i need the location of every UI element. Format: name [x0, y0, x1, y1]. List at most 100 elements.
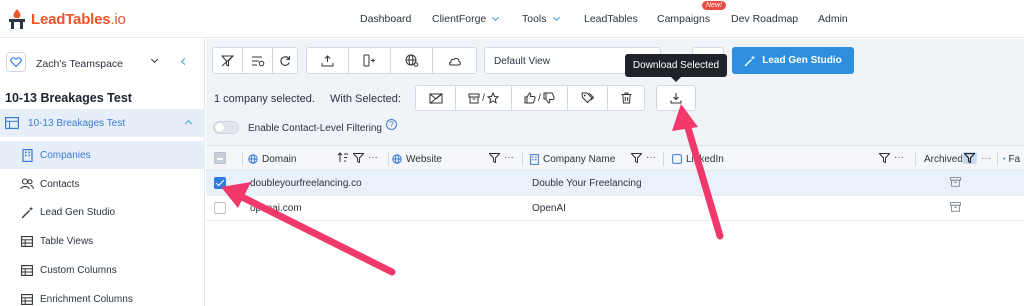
- import-button[interactable]: [306, 47, 349, 74]
- table-header: Domain ··· Website ··· Company Name ··· …: [206, 145, 1024, 171]
- like-dislike-button[interactable]: /: [511, 85, 568, 111]
- table-icon: [20, 263, 34, 277]
- download-selected-button[interactable]: [656, 85, 696, 111]
- column-linkedin[interactable]: LinkedIn: [672, 146, 724, 172]
- collapse-sidebar-icon[interactable]: [180, 57, 189, 66]
- globe-icon: [248, 154, 258, 164]
- upload-tray-icon: [321, 54, 334, 66]
- more-options-icon[interactable]: ···: [368, 152, 378, 163]
- company-name-cell[interactable]: Double Your Freelancing: [532, 178, 642, 189]
- more-options-icon[interactable]: ···: [894, 152, 904, 163]
- column-divider: [242, 152, 243, 166]
- team-switcher[interactable]: Zach's Teamspace: [0, 39, 205, 86]
- table-row[interactable]: openai.com OpenAI: [206, 196, 1024, 221]
- select-all-checkbox[interactable]: [214, 152, 226, 164]
- column-company-name[interactable]: Company Name: [530, 146, 615, 172]
- archived-column-tools: ···: [962, 152, 991, 164]
- sort-icon[interactable]: [337, 152, 349, 163]
- sidebar-item-companies[interactable]: Companies: [0, 141, 205, 169]
- table-icon: [20, 234, 34, 248]
- company-name-cell[interactable]: OpenAI: [532, 203, 566, 214]
- linkedin-icon: [672, 154, 682, 164]
- sidebar: Zach's Teamspace 10-13 Breakages Test 10…: [0, 39, 205, 306]
- refresh-icon: [280, 55, 291, 66]
- cloud-sync-button[interactable]: [432, 47, 477, 74]
- sidebar-item-enrichment-columns[interactable]: Enrichment Columns: [0, 285, 205, 306]
- filter-settings-button[interactable]: [242, 47, 273, 74]
- sidebar-database[interactable]: 10-13 Breakages Test: [0, 109, 205, 137]
- hide-selected-button[interactable]: [415, 85, 456, 111]
- main-panel: Default View Lead Gen Studio Download Se…: [206, 39, 1024, 306]
- chevron-up-icon[interactable]: [184, 119, 193, 128]
- nav-dashboard[interactable]: Dashboard: [360, 13, 411, 25]
- cloud-icon: [449, 57, 461, 65]
- archive-favorite-button[interactable]: /: [455, 85, 512, 111]
- domain-cell[interactable]: openai.com: [250, 203, 302, 214]
- add-column-icon: [363, 54, 375, 67]
- nav-campaigns[interactable]: Campaigns: [657, 13, 710, 25]
- contact-filter-label: Enable Contact-Level Filtering: [248, 123, 382, 134]
- more-options-icon[interactable]: ···: [981, 153, 991, 164]
- sidebar-item-label: Contacts: [40, 178, 80, 190]
- sidebar-item-label: Enrichment Columns: [40, 293, 133, 305]
- sidebar-item-label: Companies: [40, 149, 91, 161]
- chevron-down-icon: [492, 13, 500, 22]
- lead-gen-studio-button[interactable]: Lead Gen Studio: [732, 47, 854, 74]
- sidebar-item-label: Lead Gen Studio: [40, 206, 116, 218]
- row-checkbox[interactable]: [214, 202, 226, 214]
- building-icon: [20, 148, 34, 162]
- more-options-icon[interactable]: ···: [504, 152, 514, 163]
- column-website[interactable]: Website: [392, 146, 442, 172]
- nav-dev-roadmap[interactable]: Dev Roadmap: [731, 13, 798, 25]
- thumbs-up-icon: [524, 92, 536, 104]
- tag-button[interactable]: [567, 85, 608, 111]
- sidebar-item-label: Table Views: [40, 235, 94, 247]
- domain-cell[interactable]: doubleyourfreelancing.co: [250, 178, 362, 189]
- contact-filter-toggle[interactable]: [213, 121, 239, 134]
- archive-icon[interactable]: [950, 177, 961, 190]
- table-icon: [20, 292, 34, 306]
- add-column-button[interactable]: [348, 47, 391, 74]
- magic-wand-icon: [20, 205, 34, 219]
- sidebar-database-label: 10-13 Breakages Test: [28, 117, 126, 129]
- nav-clientforge[interactable]: ClientForge: [432, 13, 500, 25]
- brand-name: LeadTables.io: [31, 10, 126, 28]
- logo[interactable]: LeadTables.io: [6, 8, 126, 30]
- chevron-down-icon[interactable]: [150, 55, 159, 64]
- column-divider: [915, 152, 916, 166]
- filter-icon[interactable]: [631, 152, 642, 163]
- filter-icon[interactable]: [353, 152, 364, 163]
- sidebar-title: 10-13 Breakages Test: [5, 91, 132, 105]
- domain-column-tools: ···: [337, 152, 378, 163]
- sidebar-item-table-views[interactable]: Table Views: [0, 227, 205, 255]
- column-divider: [522, 152, 523, 166]
- column-divider: [388, 152, 389, 166]
- archive-icon[interactable]: [950, 202, 961, 215]
- web-settings-button[interactable]: [390, 47, 433, 74]
- row-checkbox[interactable]: [214, 177, 226, 189]
- column-label: LinkedIn: [686, 153, 724, 165]
- filter-icon[interactable]: [879, 152, 890, 163]
- building-icon: [530, 153, 539, 165]
- refresh-button[interactable]: [272, 47, 298, 74]
- active-filter-icon[interactable]: [962, 152, 977, 164]
- column-archived[interactable]: Archived: [924, 146, 963, 172]
- filter-icon[interactable]: [489, 152, 500, 163]
- sidebar-item-custom-columns[interactable]: Custom Columns: [0, 256, 205, 284]
- table-icon: [5, 116, 19, 130]
- delete-selected-button[interactable]: [607, 85, 645, 111]
- column-domain[interactable]: Domain: [248, 146, 296, 172]
- nav-leadtables[interactable]: LeadTables: [584, 13, 638, 25]
- table-row[interactable]: doubleyourfreelancing.co Double Your Fre…: [206, 171, 1024, 196]
- clear-filters-button[interactable]: [212, 47, 243, 74]
- sidebar-item-lead-gen-studio[interactable]: Lead Gen Studio: [0, 198, 205, 226]
- globe-icon: [392, 154, 402, 164]
- more-options-icon[interactable]: ···: [646, 152, 656, 163]
- column-fa[interactable]: • Fa: [1003, 146, 1020, 172]
- nav-tools[interactable]: Tools: [522, 13, 560, 25]
- nav-admin[interactable]: Admin: [818, 13, 848, 25]
- help-icon[interactable]: ?: [386, 119, 397, 130]
- sidebar-item-contacts[interactable]: Contacts: [0, 170, 205, 198]
- archive-icon: [468, 93, 480, 103]
- users-icon: [20, 177, 34, 191]
